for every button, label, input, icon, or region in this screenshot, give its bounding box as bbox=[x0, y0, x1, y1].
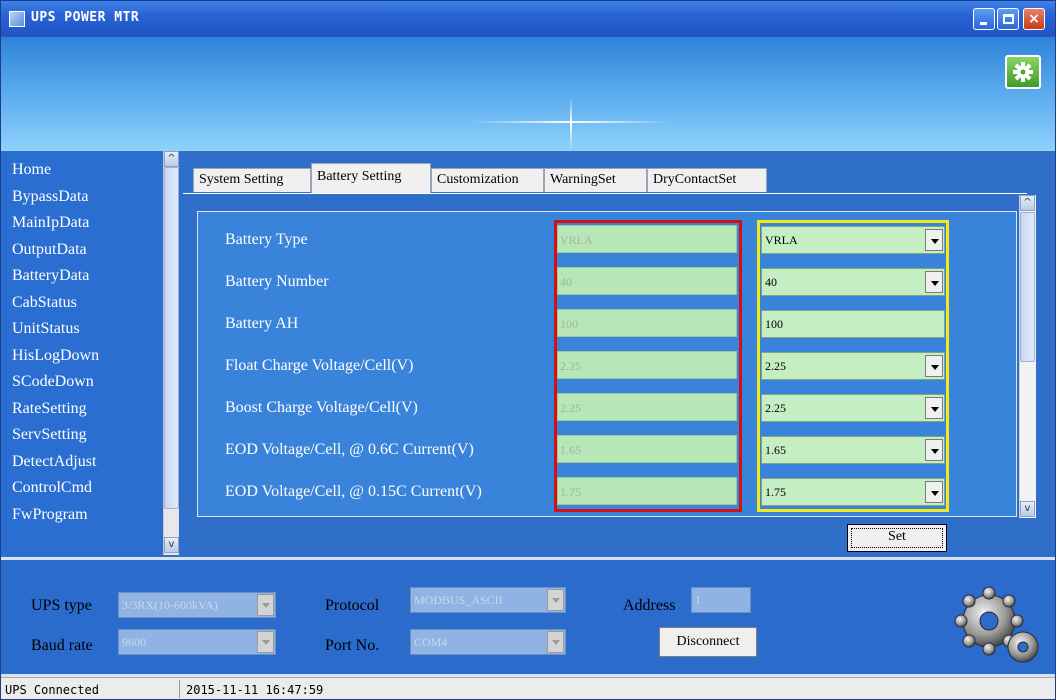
scroll-thumb[interactable] bbox=[1020, 212, 1035, 362]
sidebar-item-hislogdown[interactable]: HisLogDown bbox=[12, 343, 99, 370]
sidebar-item-controlcmd[interactable]: ControlCmd bbox=[12, 475, 99, 502]
ups-type-select[interactable]: 3/3RX(10-600kVA) bbox=[118, 592, 276, 618]
label-battery-number: Battery Number bbox=[225, 273, 329, 290]
settings-highlight bbox=[757, 220, 949, 512]
sidebar-item-home[interactable]: Home bbox=[12, 157, 99, 184]
sidebar-item-mainipdata[interactable]: MainIpData bbox=[12, 210, 99, 237]
status-datetime: 2015-11-11 16:47:59 bbox=[186, 683, 324, 697]
protocol-label: Protocol bbox=[325, 597, 380, 614]
disconnect-button[interactable]: Disconnect bbox=[659, 627, 757, 657]
header-banner bbox=[1, 37, 1055, 151]
tab-battery-setting[interactable]: Battery Setting bbox=[311, 163, 431, 193]
minimize-icon bbox=[980, 22, 987, 25]
scroll-down-button[interactable]: v bbox=[1020, 501, 1035, 517]
address-input[interactable]: 1 bbox=[691, 587, 751, 613]
port-label: Port No. bbox=[325, 637, 380, 654]
window-title: UPS POWER MTR bbox=[31, 10, 140, 25]
chevron-down-icon bbox=[257, 594, 274, 616]
sidebar-item-cabstatus[interactable]: CabStatus bbox=[12, 290, 99, 317]
address-label: Address bbox=[623, 597, 676, 614]
label-boost-charge-voltage: Boost Charge Voltage/Cell(V) bbox=[225, 399, 418, 416]
sidebar-item-detectadjust[interactable]: DetectAdjust bbox=[12, 449, 99, 476]
scroll-down-button[interactable]: v bbox=[164, 537, 179, 553]
sidebar-item-servsetting[interactable]: ServSetting bbox=[12, 422, 99, 449]
chevron-down-icon bbox=[257, 631, 274, 653]
sidebar-item-batterydata[interactable]: BatteryData bbox=[12, 263, 99, 290]
chevron-down-icon bbox=[547, 631, 564, 653]
sidebar-scrollbar[interactable]: ^ v bbox=[163, 151, 179, 555]
app-icon bbox=[9, 11, 25, 27]
tab-drycontactset[interactable]: DryContactSet bbox=[647, 168, 767, 192]
tab-warningset[interactable]: WarningSet bbox=[544, 168, 647, 192]
sidebar-nav: Home BypassData MainIpData OutputData Ba… bbox=[1, 151, 181, 555]
panel-scrollbar[interactable]: ^ v bbox=[1019, 195, 1036, 518]
label-battery-type: Battery Type bbox=[225, 231, 308, 248]
sidebar-item-bypassdata[interactable]: BypassData bbox=[12, 184, 99, 211]
maximize-button[interactable] bbox=[997, 8, 1019, 30]
sidebar-item-fwprogram[interactable]: FwProgram bbox=[12, 502, 99, 529]
close-icon: × bbox=[1028, 11, 1040, 27]
settings-button[interactable] bbox=[1005, 55, 1041, 89]
scroll-up-button[interactable]: ^ bbox=[164, 151, 179, 167]
scroll-up-button[interactable]: ^ bbox=[1020, 195, 1035, 211]
port-select[interactable]: COM4 bbox=[410, 629, 566, 655]
label-eod-voltage-015c: EOD Voltage/Cell, @ 0.15C Current(V) bbox=[225, 483, 482, 500]
ups-type-label: UPS type bbox=[31, 597, 92, 614]
sidebar-item-unitstatus[interactable]: UnitStatus bbox=[12, 316, 99, 343]
current-values-highlight bbox=[554, 220, 742, 512]
chevron-down-icon bbox=[547, 589, 564, 611]
tab-system-setting[interactable]: System Setting bbox=[193, 168, 311, 192]
gear-icon bbox=[1013, 62, 1033, 82]
gears-icon bbox=[954, 586, 1039, 663]
baud-rate-select[interactable]: 9600 bbox=[118, 629, 276, 655]
connection-status: UPS Connected bbox=[5, 683, 99, 697]
set-button[interactable]: Set bbox=[847, 524, 947, 552]
maximize-icon bbox=[1003, 14, 1014, 24]
banner-sparkle bbox=[570, 97, 572, 151]
app-window: UPS POWER MTR × Home BypassData MainIpDa… bbox=[0, 0, 1056, 700]
label-float-charge-voltage: Float Charge Voltage/Cell(V) bbox=[225, 357, 414, 374]
status-bar: UPS Connected 2015-11-11 16:47:59 bbox=[1, 677, 1055, 699]
status-separator bbox=[179, 680, 180, 698]
label-eod-voltage-06c: EOD Voltage/Cell, @ 0.6C Current(V) bbox=[225, 441, 474, 458]
sidebar-item-scodedown[interactable]: SCodeDown bbox=[12, 369, 99, 396]
scroll-thumb[interactable] bbox=[164, 167, 179, 509]
minimize-button[interactable] bbox=[973, 8, 995, 30]
baud-rate-label: Baud rate bbox=[31, 637, 93, 654]
title-bar[interactable]: UPS POWER MTR × bbox=[1, 1, 1055, 37]
label-battery-ah: Battery AH bbox=[225, 315, 299, 332]
sidebar-item-ratesetting[interactable]: RateSetting bbox=[12, 396, 99, 423]
sidebar-item-outputdata[interactable]: OutputData bbox=[12, 237, 99, 264]
tab-customization[interactable]: Customization bbox=[431, 168, 544, 192]
protocol-select[interactable]: MODBUS_ASCII bbox=[410, 587, 566, 613]
close-button[interactable]: × bbox=[1023, 8, 1045, 30]
